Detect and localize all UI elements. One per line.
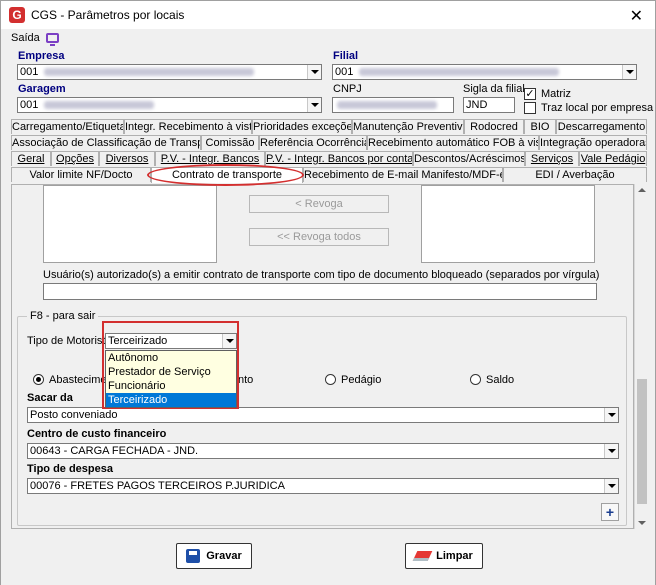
gravar-button[interactable]: Gravar xyxy=(176,543,252,569)
gravar-label: Gravar xyxy=(206,550,242,562)
usuarios-label: Usuário(s) autorizado(s) a emitir contra… xyxy=(43,269,600,281)
garagem-code: 001 xyxy=(20,99,39,111)
sigla-label: Sigla da filial xyxy=(463,83,525,95)
tab-associacao[interactable]: Associação de Classificação de Transport… xyxy=(11,135,201,150)
footer: Gravar Limpar xyxy=(1,531,655,585)
tab-comissao[interactable]: Comissão xyxy=(201,135,259,150)
tab-bio[interactable]: BIO xyxy=(524,119,556,134)
traz-local-checkbox[interactable] xyxy=(524,102,536,114)
tab-recebimento-email[interactable]: Recebimento de E-mail Manifesto/MDF-e xyxy=(303,167,503,182)
tab-diversos[interactable]: Diversos xyxy=(99,151,155,166)
radio-abastecimento-label-tail: nto xyxy=(238,374,254,386)
usuarios-field[interactable] xyxy=(43,283,597,300)
revoga-button[interactable]: < Revoga xyxy=(249,195,389,213)
tab-recebimento-fob[interactable]: Recebimento automático FOB à vista xyxy=(367,135,539,150)
centro-custo-label: Centro de custo financeiro xyxy=(27,428,167,440)
chevron-down-icon[interactable] xyxy=(604,479,618,493)
garagem-select[interactable]: 001 xyxy=(17,97,322,113)
chevron-down-icon[interactable] xyxy=(307,98,321,112)
limpar-label: Limpar xyxy=(436,550,473,562)
empresa-code: 001 xyxy=(20,66,39,78)
tab-prioridades[interactable]: Prioridades exceções xyxy=(252,119,352,134)
chevron-down-icon[interactable] xyxy=(604,408,618,422)
tipo-despesa-label: Tipo de despesa xyxy=(27,463,113,475)
window-title: CGS - Parâmetros por locais xyxy=(31,8,185,22)
centro-custo-select[interactable]: 00643 - CARGA FECHADA - JND. xyxy=(27,443,619,459)
tab-valor-limite[interactable]: Valor limite NF/Docto xyxy=(11,167,151,182)
radio-pedagio[interactable] xyxy=(325,374,336,385)
matriz-checkbox[interactable]: ✓ xyxy=(524,88,536,100)
tab-opcoes[interactable]: Opções xyxy=(51,151,99,166)
chevron-down-icon[interactable] xyxy=(307,65,321,79)
limpar-button[interactable]: Limpar xyxy=(405,543,483,569)
save-icon xyxy=(186,549,201,563)
title-bar: G CGS - Parâmetros por locais ✕ xyxy=(1,1,655,29)
menu-exit[interactable]: Saída xyxy=(11,32,40,44)
tab-integracao-operadoras[interactable]: Integração operadoras xyxy=(539,135,647,150)
tab-pv-integr-bancos[interactable]: P.V. - Integr. Bancos xyxy=(155,151,265,166)
cnpj-label: CNPJ xyxy=(333,83,362,95)
available-users-list[interactable] xyxy=(43,185,217,263)
option-funcionario[interactable]: Funcionário xyxy=(106,379,236,393)
tab-descontos[interactable]: Descontos/Acréscimos xyxy=(413,151,525,166)
tipo-despesa-select[interactable]: 00076 - FRETES PAGOS TERCEIROS P.JURIDIC… xyxy=(27,478,619,494)
chevron-down-icon[interactable] xyxy=(622,65,636,79)
centro-custo-value: 00643 - CARGA FECHADA - JND. xyxy=(30,445,199,457)
option-autonomo[interactable]: Autônomo xyxy=(106,351,236,365)
sacar-da-select[interactable]: Posto conveniado xyxy=(27,407,619,423)
add-button[interactable]: + xyxy=(601,503,619,521)
tipo-motorista-dropdown[interactable]: Autônomo Prestador de Serviço Funcionári… xyxy=(105,350,237,408)
option-terceirizado[interactable]: Terceirizado xyxy=(106,393,236,407)
tab-carregamento[interactable]: Carregamento/Etiquetas xyxy=(11,119,124,134)
filial-label: Filial xyxy=(333,50,359,62)
tab-referencia[interactable]: Referência Ocorrência xyxy=(259,135,367,150)
content-scrollbar[interactable] xyxy=(634,184,648,529)
sigla-field[interactable]: JND xyxy=(463,97,515,113)
tab-pv-integr-bancos-conta[interactable]: P.V. - Integr. Bancos por conta xyxy=(265,151,413,166)
radio-pedagio-label: Pedágio xyxy=(341,374,382,386)
tab-manutencao[interactable]: Manutenção Preventiva xyxy=(352,119,464,134)
close-icon[interactable]: ✕ xyxy=(630,6,643,26)
scroll-down-icon[interactable] xyxy=(638,521,646,525)
empresa-select[interactable]: 001 xyxy=(17,64,322,80)
radio-saldo-label: Saldo xyxy=(486,374,515,386)
eraser-icon xyxy=(412,551,433,561)
parametros-window: G CGS - Parâmetros por locais ✕ Saída Em… xyxy=(0,0,656,585)
radio-abastecimento-label: Abastecimento xyxy=(49,374,105,386)
sacar-da-value: Posto conveniado xyxy=(30,409,118,421)
tab-contrato-transporte[interactable]: Contrato de transporte xyxy=(151,167,303,183)
revoga-todos-button[interactable]: << Revoga todos xyxy=(249,228,389,246)
monitor-icon[interactable] xyxy=(45,33,59,46)
menu-bar: Saída xyxy=(1,29,655,47)
scroll-up-icon[interactable] xyxy=(638,188,646,192)
radio-saldo[interactable] xyxy=(470,374,481,385)
traz-local-label: Traz local por empresa xyxy=(541,102,654,114)
tab-vale-pedagio[interactable]: Vale Pedágio xyxy=(579,151,647,166)
tab-strip: Carregamento/Etiquetas Integr. Recebimen… xyxy=(11,119,647,184)
filial-select[interactable]: 001 xyxy=(332,64,637,80)
radio-abastecimento[interactable] xyxy=(33,374,44,385)
tab-content-panel: < Revoga << Revoga todos Usuário(s) auto… xyxy=(11,184,634,529)
tab-edi-averbacao[interactable]: EDI / Averbação xyxy=(503,167,647,182)
tab-descarregamento[interactable]: Descarregamento xyxy=(556,119,647,134)
filial-code: 001 xyxy=(335,66,354,78)
tipo-motorista-label: Tipo de Motorista xyxy=(27,335,112,347)
tab-integr-recebimento[interactable]: Integr. Recebimento à vista xyxy=(124,119,252,134)
chevron-down-icon[interactable] xyxy=(604,444,618,458)
tab-rodocred[interactable]: Rodocred xyxy=(464,119,524,134)
matriz-label: Matriz xyxy=(541,88,571,100)
empresa-label: Empresa xyxy=(18,50,65,62)
scroll-thumb[interactable] xyxy=(637,379,647,504)
option-prestador[interactable]: Prestador de Serviço xyxy=(106,365,236,379)
tab-geral[interactable]: Geral xyxy=(11,151,51,166)
app-logo-icon: G xyxy=(9,7,25,23)
tipo-despesa-value: 00076 - FRETES PAGOS TERCEIROS P.JURIDIC… xyxy=(30,480,285,492)
authorized-users-list[interactable] xyxy=(421,185,595,263)
garagem-label: Garagem xyxy=(18,83,66,95)
sacar-da-label: Sacar da xyxy=(27,392,73,404)
cnpj-field[interactable] xyxy=(332,97,454,113)
f8-legend: F8 - para sair xyxy=(27,310,99,322)
tab-servicos[interactable]: Serviços xyxy=(525,151,579,166)
